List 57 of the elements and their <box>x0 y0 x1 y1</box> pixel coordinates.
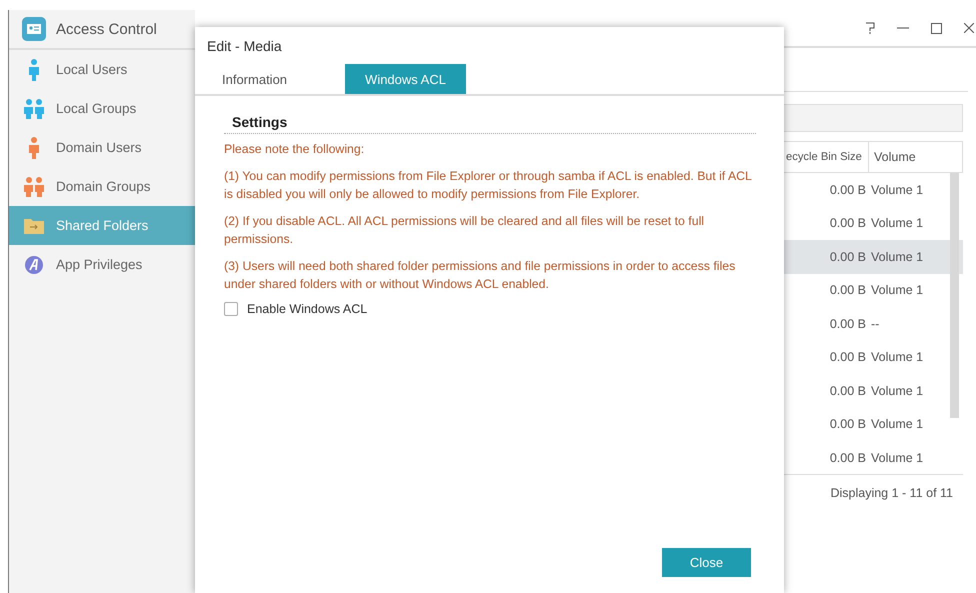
table-cell-text: 0.00 B <box>828 384 866 398</box>
table-cell-text: Volume 1 <box>870 182 924 197</box>
table-cell-text: Volume 1 <box>870 283 924 298</box>
person-icon <box>28 58 40 80</box>
table-row[interactable]: 0.00 B Volume 1 <box>783 408 963 441</box>
table-cell-text: Volume 1 <box>870 216 924 230</box>
table-cell-text: 0.00 B <box>828 450 866 465</box>
table-cell-text: 0.00 B <box>828 316 866 331</box>
note-text: (1) You can modify permissions from File Explorer or through samba if ACL is enabled. But if ACL is disabled you will only be allowed to modify permissions from File Explorer. <box>224 168 752 203</box>
table-row[interactable]: 0.00 B Volume 1 <box>783 173 963 206</box>
table-row[interactable]: 0.00 B Volume 1 <box>783 206 963 240</box>
table-cell-text: 0.00 B <box>828 350 866 364</box>
paging-info: Displaying 1 - 11 of 11 <box>830 486 953 500</box>
close-icon[interactable] <box>964 23 974 33</box>
sidebar-item[interactable]: Domain Users <box>9 128 195 167</box>
table-cell-text: -- <box>870 316 880 331</box>
table-cell-text: Volume 1 <box>870 350 924 364</box>
section-title: Settings <box>224 114 756 134</box>
table-cell-text: Volume 1 <box>870 384 924 398</box>
table-row[interactable]: 0.00 B Volume 1 <box>783 340 963 374</box>
dialog-title: Edit - Media <box>206 37 283 56</box>
minimize-icon[interactable] <box>897 27 909 29</box>
scrollbar-thumb[interactable] <box>950 173 959 418</box>
table-cell-text: 0.00 B <box>828 182 866 197</box>
table-row[interactable]: 0.00 B Volume 1 <box>783 240 963 274</box>
person-icon <box>28 136 40 158</box>
table-cell-text: Volume 1 <box>870 250 924 264</box>
table-cell-text: 0.00 B <box>828 216 866 230</box>
sidebar-item[interactable]: Local Users <box>9 50 195 89</box>
sidebar-item[interactable]: App Privileges <box>9 245 195 284</box>
note-text: Please note the following: <box>224 141 366 158</box>
table-row[interactable]: 0.00 B Volume 1 <box>783 374 963 408</box>
folder-icon <box>24 218 44 234</box>
table-cell-text: Volume 1 <box>870 417 924 432</box>
sidebar-item[interactable]: Domain Groups <box>9 167 195 206</box>
app-icon <box>25 256 43 274</box>
checkbox[interactable] <box>224 302 238 316</box>
checkbox-label[interactable]: Enable Windows ACL <box>247 302 368 316</box>
table-row[interactable]: 0.00 B -- <box>783 307 963 340</box>
people-icon <box>24 176 44 196</box>
table-cell-text: 0.00 B <box>828 250 866 264</box>
help-icon[interactable] <box>865 22 875 34</box>
column-header[interactable]: Volume <box>869 150 916 164</box>
table-cell-text: Volume 1 <box>870 450 924 465</box>
table-row[interactable]: 0.00 B Volume 1 <box>783 441 963 474</box>
table-cell-text: 0.00 B <box>828 283 866 298</box>
note-text: (2) If you disable ACL. All ACL permissions will be cleared and all files will be reset to full permissions. <box>224 213 706 248</box>
search-field[interactable] <box>783 104 963 132</box>
app-logo-icon <box>22 17 46 41</box>
sidebar-item[interactable]: Local Groups <box>9 89 195 128</box>
people-icon <box>24 98 44 118</box>
app-title: Access Control <box>56 20 157 38</box>
tab[interactable]: Information <box>207 64 302 94</box>
note-text: (3) Users will need both shared folder permissions and file permissions in order to access files under shared folders with or without Windows ACL enabled. <box>224 258 736 293</box>
table-row[interactable]: 0.00 B Volume 1 <box>783 274 963 307</box>
table-cell-text: 0.00 B <box>828 417 866 432</box>
maximize-icon[interactable] <box>931 22 942 34</box>
